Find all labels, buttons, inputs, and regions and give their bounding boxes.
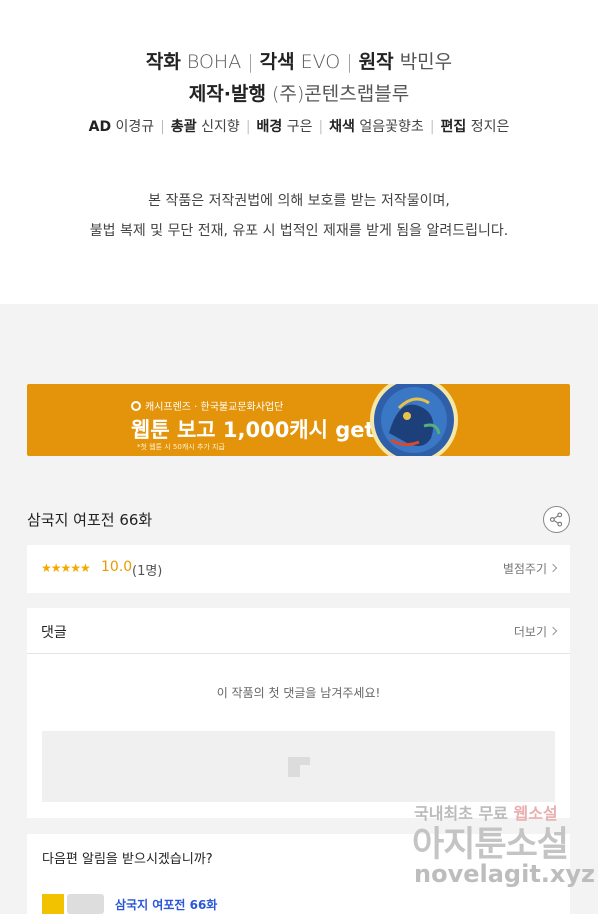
comments-card: 댓글 더보기 이 작품의 첫 댓글을 남겨주세요! [27, 608, 570, 818]
role-art: 작화 [145, 51, 181, 73]
copyright-notice-line-2: 불법 복제 및 무단 전재, 유포 시 법적인 제재를 받게 됨을 알려드립니다… [89, 223, 509, 239]
rating-card: ★★★★★ 10.0 (1명) 별점주기 [27, 545, 570, 593]
credits-section: 작화 BOHA | 각색 EVO | 원작 박민우 제작·발행 (주)콘텐츠랩블루 AD… [0, 0, 598, 304]
banner-sponsor-text: 캐시프렌즈 · 한국불교문화사업단 [145, 402, 284, 413]
name-publisher: (주)콘텐츠랩블루 [272, 83, 410, 105]
name-color: 얼음꽃향초 [359, 119, 424, 135]
chevron-right-icon [548, 563, 558, 573]
role-background: 배경 [256, 119, 283, 135]
role-original: 원작 [358, 51, 394, 73]
credit-separator: | [247, 51, 254, 73]
comment-input-box[interactable] [42, 731, 555, 802]
comment-placeholder-icon [288, 757, 310, 777]
name-original: 박민우 [399, 51, 453, 73]
cash-logo-icon [131, 400, 141, 411]
share-icon [549, 512, 563, 527]
credit-separator: | [346, 51, 353, 73]
divider [27, 653, 570, 654]
promo-banner[interactable]: 캐시프렌즈 · 한국불교문화사업단 웹툰 보고 1,000캐시 get! *첫 … [27, 384, 570, 456]
notify-question: 다음편 알림을 받으시겠습니까? [42, 852, 213, 867]
role-director: 총괄 [170, 119, 197, 135]
rate-button[interactable]: 별점주기 [502, 560, 558, 577]
name-adapt: EVO [300, 51, 341, 73]
banner-sponsor: 캐시프렌즈 · 한국불교문화사업단 [131, 398, 283, 413]
name-background: 구은 [286, 119, 313, 135]
credits-line-2: 제작·발행 (주)콘텐츠랩블루 [0, 79, 598, 106]
credit-separator: | [245, 119, 251, 135]
name-art: BOHA [186, 51, 242, 73]
credits-line-1: 작화 BOHA | 각색 EVO | 원작 박민우 [0, 47, 598, 74]
notify-episode-title[interactable]: 삼국지 여포전 66화 [115, 896, 217, 913]
chevron-right-icon [548, 626, 558, 636]
credit-separator: | [318, 119, 324, 135]
comments-empty-text: 이 작품의 첫 댓글을 남겨주세요! [216, 686, 381, 700]
credit-separator: | [429, 119, 435, 135]
thumbnail [67, 894, 104, 914]
credits-line-3: AD 이경규 | 총괄 신지향 | 배경 구은 | 채색 얼음꽃향초 | 편집 정지은 [0, 116, 598, 136]
banner-headline: 웹툰 보고 1,000캐시 get! [131, 418, 385, 442]
episode-title: 삼국지 여포전 66화 [27, 511, 153, 529]
comments-heading: 댓글 [41, 625, 67, 641]
name-ad: 이경규 [115, 119, 155, 135]
rating-score: 10.0 [101, 559, 133, 575]
role-ad: AD [88, 119, 112, 135]
rating-count: (1명) [132, 564, 163, 579]
banner-fine-print: *첫 웹툰 시 50캐시 추가 지급 [137, 443, 225, 451]
comments-more-link[interactable]: 더보기 [513, 623, 558, 640]
share-button[interactable] [543, 506, 570, 533]
dragon-illustration-icon [370, 384, 458, 456]
name-editor: 정지은 [470, 119, 510, 135]
next-episode-notify-card: 다음편 알림을 받으시겠습니까? 삼국지 여포전 66화 [27, 834, 570, 914]
role-editor: 편집 [440, 119, 467, 135]
role-adapt: 각색 [259, 51, 295, 73]
copyright-notice-line-1: 본 작품은 저작권법에 의해 보호를 받는 저작물이며, [148, 193, 450, 209]
rating-stars: ★★★★★ [41, 561, 91, 575]
credit-separator: | [160, 119, 165, 135]
app-logo-icon [42, 894, 64, 914]
role-color: 채색 [329, 119, 355, 135]
comments-more-label: 더보기 [513, 625, 547, 639]
role-publisher: 제작·발행 [188, 83, 266, 105]
name-director: 신지향 [201, 119, 240, 135]
rate-button-label: 별점주기 [502, 562, 547, 576]
